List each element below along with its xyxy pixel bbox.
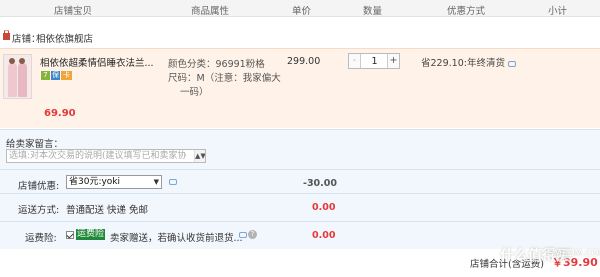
insurance-description: 卖家赠送，若确认收货前退货... — [110, 233, 243, 244]
shop-row: 店铺： 相依依旗舰店 — [0, 27, 600, 47]
seller-message-placeholder: 选填:对本次交易的说明(建议填写已和卖家协 — [9, 151, 187, 161]
chat-icon[interactable] — [169, 179, 177, 185]
seller-message-label: 给卖家留言： — [6, 139, 64, 150]
chat-icon[interactable] — [239, 232, 247, 238]
shop-coupon-label: 店铺优惠: — [18, 181, 60, 192]
watermark-sub: SMZDM.COM — [548, 249, 600, 259]
attr-size-note: 一码） — [180, 87, 209, 98]
col-header-promotion: 优惠方式 — [447, 6, 486, 17]
col-header-attributes: 商品属性 — [191, 6, 230, 17]
attr-color: 颜色分类：96991粉格 — [168, 59, 265, 70]
shipping-row: 运送方式: 普通配送 快递 免邮 0.00 — [0, 193, 600, 221]
scroll-arrows-icon[interactable]: ▲▼ — [194, 150, 205, 162]
col-header-subtotal: 小计 — [548, 6, 568, 17]
quantity-minus-button[interactable]: - — [349, 54, 361, 68]
unit-price: 299.00 — [287, 56, 321, 67]
quantity-stepper: - 1 + — [348, 53, 400, 69]
item-subtotal: 69.90 — [44, 108, 76, 119]
dropdown-arrow-icon: ▼ — [153, 178, 159, 186]
quantity-input[interactable]: 1 — [362, 56, 387, 67]
insurance-amount: 0.00 — [312, 230, 336, 241]
help-icon[interactable]: ? — [248, 230, 257, 239]
promotion-text: 省229.10:年终清货 — [421, 55, 516, 69]
promotion-label: 省229.10:年终清货 — [421, 58, 505, 69]
col-header-shop-item: 店铺宝贝 — [54, 6, 93, 17]
seller-message-section: 给卖家留言： 选填:对本次交易的说明(建议填写已和卖家协 ▲▼ — [0, 129, 600, 169]
insurance-label: 运费险: — [25, 233, 57, 244]
col-header-price: 单价 — [292, 6, 312, 17]
shop-coupon-select[interactable]: 省30元:yoki ▼ — [66, 175, 162, 189]
credit-card-icon[interactable]: 卡 — [61, 71, 72, 80]
shipping-method: 普通配送 快递 免邮 — [66, 205, 149, 216]
shop-coupon-amount: -30.00 — [303, 178, 337, 189]
product-title-link[interactable]: 相依依超柔情侣睡衣法兰... — [40, 55, 158, 69]
shop-name-link[interactable]: 相依依旗舰店 — [36, 31, 93, 45]
insurance-tag: 运费险 — [76, 229, 106, 240]
attr-size: 尺码：M（注意：我家偏大 — [168, 73, 281, 84]
seven-day-return-icon[interactable]: 7 — [41, 71, 50, 80]
col-header-quantity: 数量 — [363, 6, 383, 17]
shop-coupon-row: 店铺优惠: 省30元:yoki ▼ -30.00 — [0, 169, 600, 193]
shipping-label: 运送方式: — [18, 205, 60, 216]
seller-message-input[interactable]: 选填:对本次交易的说明(建议填写已和卖家协 ▲▼ — [6, 149, 206, 163]
chat-icon[interactable] — [507, 60, 516, 67]
shipping-amount: 0.00 — [312, 202, 336, 213]
shop-coupon-selected: 省30元:yoki — [69, 177, 121, 187]
shop-icon — [3, 30, 10, 40]
quantity-plus-button[interactable]: + — [387, 54, 399, 68]
service-badges: 7保卡 — [41, 71, 73, 82]
cart-item-row: 相依依超柔情侣睡衣法兰... 7保卡 颜色分类：96991粉格 尺码：M（注意：… — [0, 48, 600, 128]
insurance-checkbox[interactable] — [66, 231, 74, 239]
product-thumbnail[interactable] — [3, 54, 32, 99]
column-header-bar: 店铺宝贝 商品属性 单价 数量 优惠方式 小计 — [0, 0, 600, 17]
guarantee-icon[interactable]: 保 — [51, 71, 60, 80]
